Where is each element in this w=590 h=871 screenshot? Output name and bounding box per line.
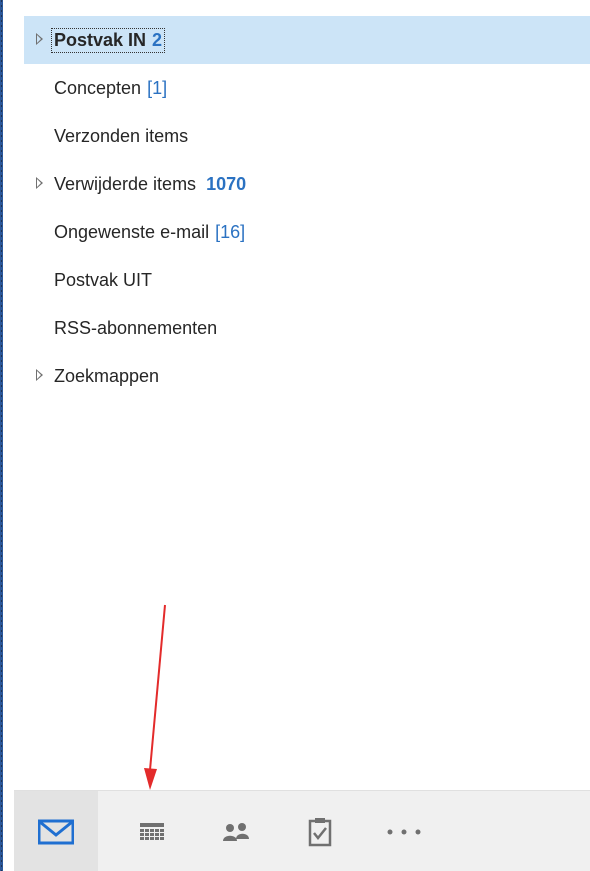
folder-label: Postvak IN (54, 29, 147, 50)
folder-zoekmappen[interactable]: Zoekmappen (24, 352, 590, 400)
nav-tasks-button[interactable] (278, 791, 362, 871)
tasks-icon (308, 817, 332, 846)
folder-name-wrap: Ongewenste e-mail [16] (54, 222, 245, 243)
calendar-icon (140, 822, 164, 840)
unread-count: 2 (152, 29, 163, 50)
folder-name-wrap: RSS-abonnementen (54, 318, 217, 339)
folder-ongewenste-email[interactable]: Ongewenste e-mail [16] (24, 208, 590, 256)
expand-arrow-icon[interactable] (36, 177, 43, 189)
nav-more-button[interactable] (362, 791, 446, 871)
folder-label: Postvak UIT (54, 269, 153, 290)
folder-label: Zoekmappen (54, 365, 160, 386)
expand-arrow-icon[interactable] (36, 33, 43, 45)
expand-arrow-icon[interactable] (36, 369, 43, 381)
outlook-folder-pane: Postvak IN 2 Concepten [1] Verzonden items… (0, 0, 590, 871)
folder-name-wrap: Postvak UIT (54, 270, 152, 291)
pane-border-dash (1, 0, 2, 871)
item-count: [16] (215, 221, 246, 242)
folder-name-wrap: Verzonden items (54, 126, 188, 147)
nav-mail-button[interactable] (14, 791, 98, 871)
folder-label: Verwijderde items (54, 173, 197, 194)
folder-rss-abonnementen[interactable]: RSS-abonnementen (24, 304, 590, 352)
folder-name-wrap: Zoekmappen (54, 366, 159, 387)
nav-calendar-button[interactable] (110, 791, 194, 871)
folder-label: Concepten (54, 77, 142, 98)
nav-people-button[interactable] (194, 791, 278, 871)
item-count: [1] (147, 77, 168, 98)
more-icon (387, 829, 421, 834)
folder-postvak-in[interactable]: Postvak IN 2 (24, 16, 590, 64)
folder-name-wrap: Postvak IN 2 (50, 27, 166, 53)
navigation-bar (14, 790, 590, 871)
folder-concepten[interactable]: Concepten [1] (24, 64, 590, 112)
folder-name-wrap: Verwijderde items 1070 (54, 174, 246, 195)
folder-postvak-uit[interactable]: Postvak UIT (24, 256, 590, 304)
folder-label: Verzonden items (54, 125, 189, 146)
mail-icon (38, 819, 74, 844)
folder-list: Postvak IN 2 Concepten [1] Verzonden items… (24, 16, 590, 400)
unread-count: 1070 (206, 173, 247, 194)
folder-label: RSS-abonnementen (54, 317, 218, 338)
folder-name-wrap: Concepten [1] (54, 78, 167, 99)
folder-verwijderde-items[interactable]: Verwijderde items 1070 (24, 160, 590, 208)
people-icon (223, 822, 249, 841)
folder-verzonden-items[interactable]: Verzonden items (24, 112, 590, 160)
folder-label: Ongewenste e-mail (54, 221, 210, 242)
